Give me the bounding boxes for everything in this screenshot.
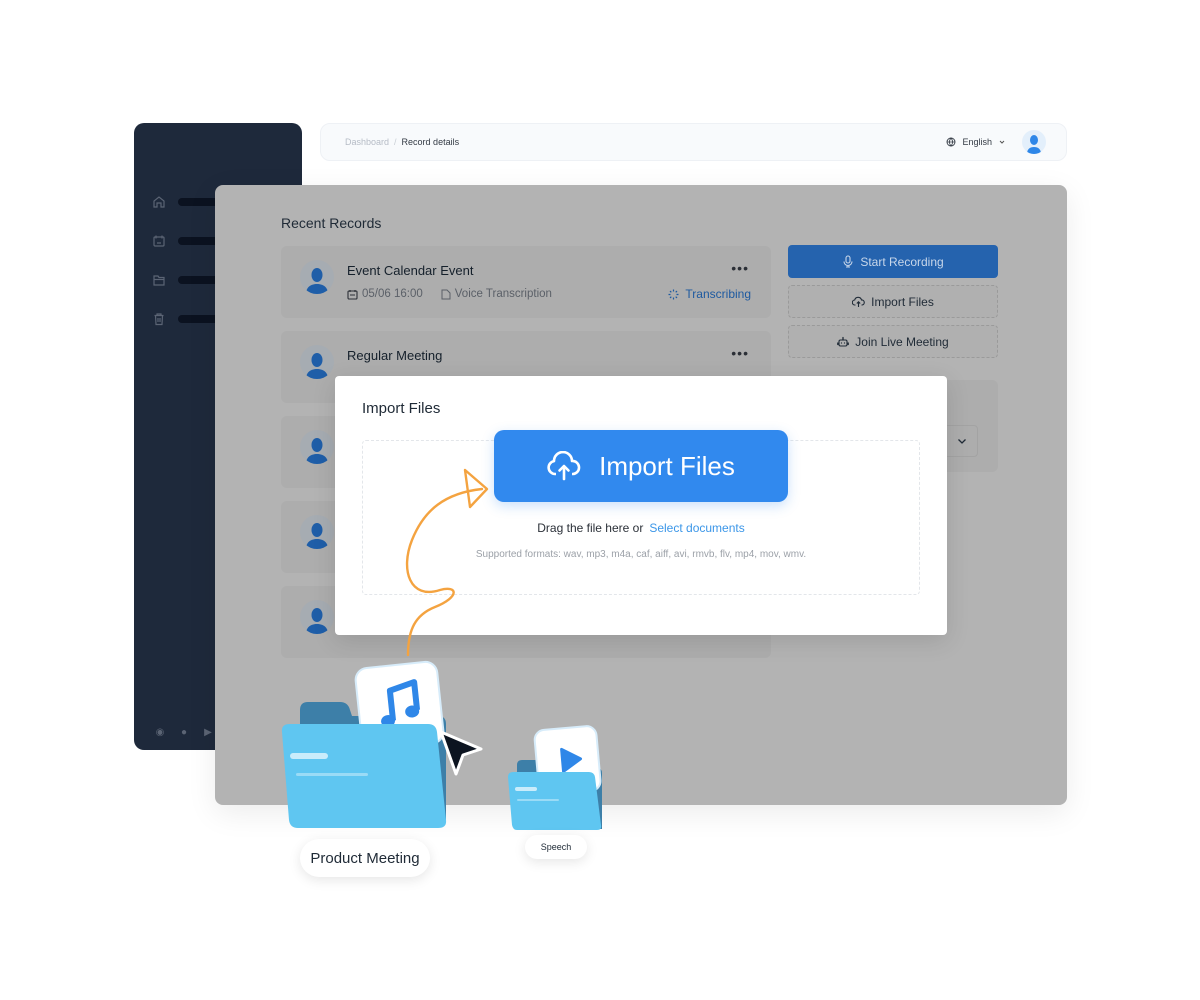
trash-icon — [154, 313, 164, 326]
chevron-down-icon — [999, 140, 1005, 144]
import-files-primary-label: Import Files — [599, 450, 735, 481]
robot-icon — [837, 336, 850, 347]
document-icon — [441, 289, 451, 299]
more-options-button[interactable]: ••• — [731, 260, 749, 276]
video-folder-illustration — [508, 725, 602, 830]
start-recording-label: Start Recording — [860, 254, 944, 269]
folder-icon — [153, 275, 165, 286]
mouse-cursor-icon — [439, 730, 483, 776]
speech-label: Speech — [525, 835, 587, 859]
join-live-meeting-label: Join Live Meeting — [855, 334, 949, 349]
join-live-meeting-button[interactable]: Join Live Meeting — [788, 325, 998, 358]
more-options-button[interactable]: ••• — [731, 345, 749, 361]
breadcrumb-current: Record details — [401, 137, 460, 147]
record-avatar — [300, 260, 334, 294]
curly-arrow-decoration — [405, 468, 489, 657]
user-icon — [306, 438, 328, 464]
record-title: Regular Meeting — [347, 348, 443, 363]
breadcrumb: Dashboard / Record details — [345, 137, 459, 147]
user-icon — [306, 608, 328, 634]
modal-title: Import Files — [362, 400, 441, 417]
breadcrumb-separator: / — [394, 137, 397, 147]
select-documents-link[interactable]: Select documents — [649, 521, 744, 535]
import-files-label: Import Files — [871, 294, 934, 309]
drag-text: Drag the file here or — [537, 521, 644, 535]
language-label: English — [962, 137, 992, 147]
spinner-icon — [668, 289, 679, 299]
user-icon — [306, 523, 328, 549]
record-avatar — [300, 600, 334, 634]
sidebar-footer: ◉ ● ▶ — [154, 726, 214, 738]
user-avatar[interactable] — [1022, 130, 1046, 154]
chevron-down-icon — [958, 439, 966, 444]
status-text: Transcribing — [685, 287, 751, 301]
home-icon — [153, 196, 165, 208]
page-title: Recent Records — [281, 215, 382, 231]
topbar: Dashboard / Record details English — [320, 123, 1067, 161]
start-recording-button[interactable]: Start Recording — [788, 245, 998, 278]
record-avatar — [300, 430, 334, 464]
user-icon — [306, 353, 328, 379]
cloud-upload-icon — [547, 451, 581, 481]
breadcrumb-dashboard[interactable]: Dashboard — [345, 137, 389, 147]
globe-icon — [947, 137, 956, 147]
apple-icon[interactable]: ● — [178, 726, 190, 738]
import-files-primary-button[interactable]: Import Files — [494, 430, 788, 502]
language-selector[interactable]: English — [946, 130, 1046, 154]
record-item[interactable]: Event Calendar Event 05/06 16:00 Voice T… — [281, 246, 771, 318]
record-avatar — [300, 515, 334, 549]
status-badge: Transcribing — [668, 287, 751, 301]
calendar-icon — [347, 289, 358, 300]
microphone-icon — [843, 255, 853, 268]
user-icon — [306, 268, 328, 294]
user-icon — [1027, 135, 1041, 154]
cloud-upload-icon — [852, 296, 865, 307]
chrome-icon[interactable]: ◉ — [154, 726, 166, 738]
record-meta: 05/06 16:00 Voice Transcription — [347, 288, 552, 300]
play-store-icon[interactable]: ▶ — [202, 726, 214, 738]
calendar-icon — [153, 235, 165, 247]
record-title: Event Calendar Event — [347, 263, 474, 278]
record-avatar — [300, 345, 334, 379]
record-date: 05/06 16:00 — [362, 288, 423, 300]
product-meeting-label: Product Meeting — [300, 839, 430, 877]
record-type: Voice Transcription — [454, 288, 552, 300]
import-files-button[interactable]: Import Files — [788, 285, 998, 318]
